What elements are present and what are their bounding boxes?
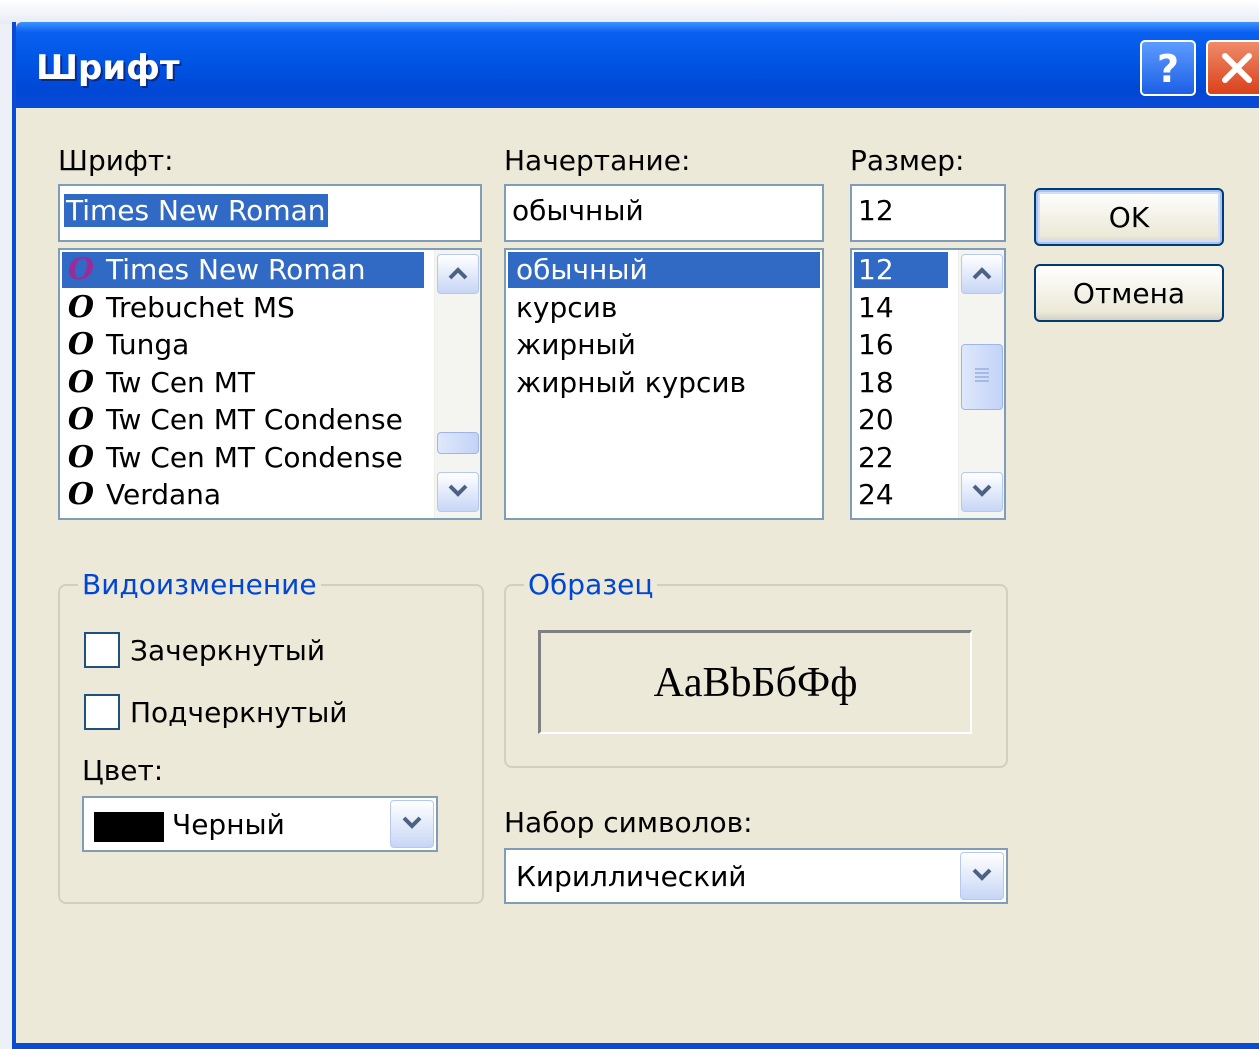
font-list-item[interactable]: O Tw Cen MT Condense [62, 402, 424, 438]
font-listbox[interactable]: O Times New Roman O Trebuchet MS O Tunga O Tw C… [58, 248, 482, 520]
font-name-value: Times New Roman [64, 194, 328, 227]
font-label: Шрифт: [58, 144, 174, 177]
style-label: Начертание: [504, 144, 691, 177]
opentype-font-icon: O [67, 477, 95, 512]
background-window-strip [0, 0, 1259, 24]
ok-button[interactable]: OK [1034, 188, 1224, 246]
style-list-item[interactable]: курсив [508, 290, 820, 326]
color-swatch [94, 812, 164, 842]
font-list-item-label: Tw Cen MT Condense [106, 403, 403, 436]
cancel-button[interactable]: Отмена [1034, 264, 1224, 322]
underline-label: Подчеркнутый [130, 696, 348, 729]
charset-value: Кириллический [516, 860, 747, 893]
scroll-up-button[interactable] [961, 254, 1003, 294]
color-combobox[interactable]: Черный [82, 796, 438, 852]
style-list-item[interactable]: жирный курсив [508, 365, 820, 401]
font-style-input[interactable]: обычный [504, 184, 824, 242]
charset-combobox[interactable]: Кириллический [504, 848, 1008, 904]
font-list-item[interactable]: O Tunga [62, 327, 424, 363]
font-list-item[interactable]: O Times New Roman [62, 252, 424, 288]
font-list-item-label: Tunga [106, 328, 190, 361]
strikeout-checkbox[interactable] [84, 632, 120, 668]
sample-text: AaBbБбФф [653, 659, 858, 706]
size-list-item[interactable]: 24 [854, 477, 948, 513]
font-style-value: обычный [512, 194, 644, 227]
chevron-down-icon [448, 483, 468, 502]
color-dropdown-button[interactable] [390, 800, 434, 848]
chevron-down-icon [972, 867, 992, 886]
font-list-item-label: Verdana [106, 478, 222, 511]
style-list-item[interactable]: обычный [508, 252, 820, 288]
color-label: Цвет: [82, 754, 164, 787]
font-list-item[interactable]: O Tw Cen MT [62, 365, 424, 401]
opentype-font-icon: O [67, 252, 95, 287]
font-size-input[interactable]: 12 [850, 184, 1006, 242]
size-list-item[interactable]: 16 [854, 327, 948, 363]
font-list-scrollbar[interactable] [434, 250, 480, 518]
chevron-up-icon [972, 265, 992, 284]
background-window-edge [0, 120, 12, 380]
scroll-down-button[interactable] [437, 472, 479, 512]
size-list-item[interactable]: 22 [854, 440, 948, 476]
font-style-listbox[interactable]: обычный курсив жирный жирный курсив [504, 248, 824, 520]
grip-icon [973, 367, 991, 387]
dialog-title: Шрифт [36, 48, 180, 88]
font-name-input[interactable]: Times New Roman [58, 184, 482, 242]
font-list-item-label: Tw Cen MT [106, 365, 255, 399]
size-list-scrollbar[interactable] [958, 250, 1004, 518]
size-list-item[interactable]: 20 [854, 402, 948, 438]
chevron-up-icon [448, 265, 468, 284]
font-list-item[interactable]: O Trebuchet MS [62, 290, 424, 326]
title-bar[interactable]: Шрифт ? [16, 22, 1259, 108]
scroll-thumb[interactable] [437, 432, 479, 454]
size-label: Размер: [850, 144, 965, 177]
size-list-item[interactable]: 18 [854, 365, 948, 401]
opentype-font-icon: O [67, 289, 95, 325]
font-list-item-label: Times New Roman [106, 253, 366, 286]
close-button[interactable] [1206, 40, 1259, 96]
color-value: Черный [172, 808, 285, 841]
font-size-value: 12 [858, 194, 894, 227]
help-button[interactable]: ? [1140, 40, 1196, 96]
sample-preview: AaBbБбФф [538, 630, 972, 734]
strikeout-label: Зачеркнутый [130, 634, 326, 667]
svg-text:?: ? [1157, 48, 1179, 88]
size-list-item[interactable]: 14 [854, 290, 948, 326]
opentype-font-icon: O [67, 402, 95, 437]
chevron-down-icon [972, 483, 992, 502]
font-list-item-label: Trebuchet MS [106, 290, 295, 324]
font-list-item-label: Tw Cen MT Condense [106, 440, 403, 474]
close-icon [1219, 50, 1255, 86]
size-list-item[interactable]: 12 [854, 252, 948, 288]
charset-label: Набор символов: [504, 806, 753, 839]
font-list-item[interactable]: O Verdana [62, 477, 424, 513]
scroll-down-button[interactable] [961, 472, 1003, 512]
scroll-thumb[interactable] [961, 344, 1003, 410]
effects-group [58, 584, 484, 904]
sample-group-title: Образец [524, 568, 658, 601]
chevron-down-icon [402, 815, 422, 834]
opentype-font-icon: O [67, 327, 95, 362]
opentype-font-icon: O [67, 439, 95, 475]
style-list-item[interactable]: жирный [508, 327, 820, 363]
opentype-font-icon: O [67, 364, 95, 400]
effects-group-title: Видоизменение [78, 568, 321, 601]
scroll-up-button[interactable] [437, 254, 479, 294]
font-list-item[interactable]: O Tw Cen MT Condense [62, 440, 424, 476]
charset-dropdown-button[interactable] [960, 852, 1004, 900]
font-dialog: Шрифт ? Шрифт: Times New Roman O Times Ne… [12, 22, 1259, 1049]
font-size-listbox[interactable]: 12 14 16 18 20 22 24 [850, 248, 1006, 520]
help-icon: ? [1153, 48, 1183, 88]
underline-checkbox[interactable] [84, 694, 120, 730]
